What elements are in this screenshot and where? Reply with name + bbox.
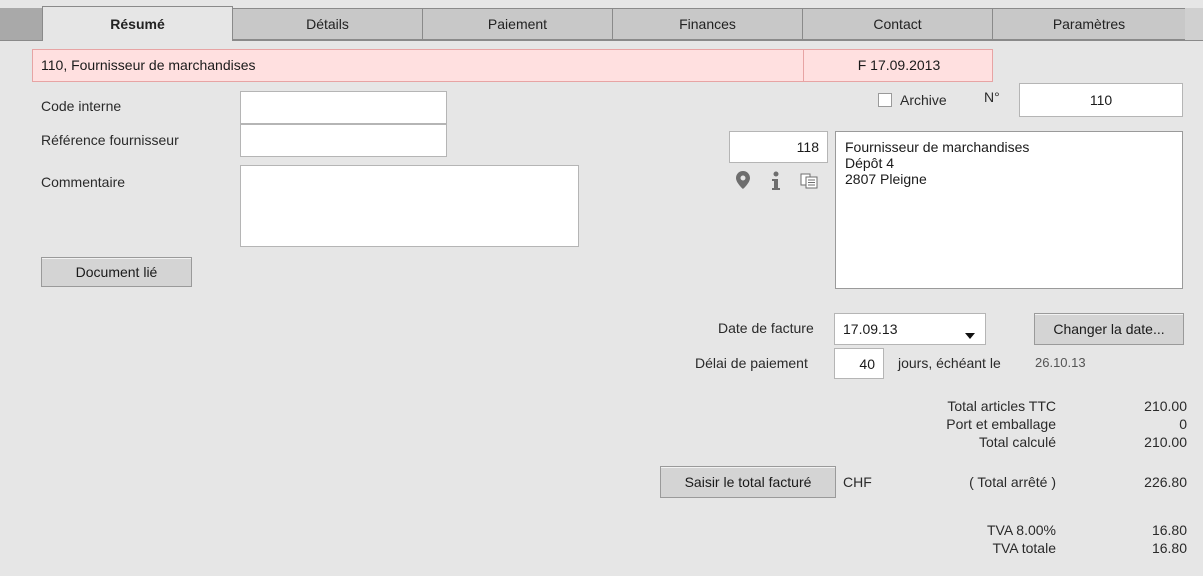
tab-strip-left-cap — [0, 8, 42, 40]
archive-label: Archive — [900, 92, 947, 108]
commentaire-label: Commentaire — [41, 174, 126, 190]
invoice-reference: F 17.09.2013 — [857, 57, 941, 73]
address-line: Dépôt 4 — [845, 155, 895, 171]
port-emballage-value: 0 — [1179, 416, 1187, 432]
tab-strip: Résumé Détails Paiement Finances Contact… — [0, 0, 1203, 41]
supplier-name: 110, Fournisseur de marchandises — [41, 57, 256, 73]
tva-rate-label: TVA 8.00% — [986, 522, 1056, 538]
tab-paiement[interactable]: Paiement — [422, 8, 613, 40]
tab-resume[interactable]: Résumé — [42, 6, 233, 41]
reference-fournisseur-label: Référence fournisseur — [41, 132, 179, 148]
date-facture-select[interactable]: 17.09.13 — [834, 313, 986, 345]
total-articles-value: 210.00 — [1144, 398, 1187, 414]
archive-checkbox[interactable] — [878, 93, 892, 107]
saisir-total-button[interactable]: Saisir le total facturé — [660, 466, 836, 498]
tva-totale-value: 16.80 — [1151, 540, 1187, 556]
numero-input[interactable]: 110 — [1019, 83, 1183, 117]
tab-finances[interactable]: Finances — [612, 8, 803, 40]
tab-contact[interactable]: Contact — [802, 8, 993, 40]
address-line: 2807 Pleigne — [845, 171, 927, 187]
tva-rate-value: 16.80 — [1151, 522, 1187, 538]
date-facture-label: Date de facture — [718, 320, 814, 336]
address-line: Fournisseur de marchandises — [845, 139, 1030, 155]
address-box[interactable]: Fournisseur de marchandises Dépôt 4 2807… — [835, 131, 1183, 289]
tab-strip-right-cap — [1185, 8, 1203, 40]
reference-fournisseur-input[interactable] — [240, 124, 447, 157]
code-interne-input[interactable] — [240, 91, 447, 124]
date-facture-value: 17.09.13 — [843, 321, 898, 337]
port-emballage-label: Port et emballage — [946, 416, 1056, 432]
numero-label: N° — [984, 89, 1000, 105]
document-header-bar: 110, Fournisseur de marchandises F 17.09… — [32, 49, 993, 82]
delai-paiement-label: Délai de paiement — [695, 355, 808, 371]
total-arrete-label: ( Total arrêté ) — [969, 474, 1056, 490]
jours-echeance-label: jours, échéant le — [898, 355, 1001, 371]
total-articles-label: Total articles TTC — [947, 398, 1056, 414]
dropdown-arrow-icon — [965, 326, 975, 342]
address-number-input[interactable]: 118 — [729, 131, 828, 163]
total-calcule-value: 210.00 — [1144, 434, 1187, 450]
copy-icon[interactable] — [800, 173, 818, 192]
code-interne-label: Code interne — [41, 98, 122, 114]
tab-baseline — [233, 40, 1203, 41]
commentaire-textarea[interactable] — [240, 165, 579, 247]
tab-parametres[interactable]: Paramètres — [992, 8, 1186, 40]
document-lie-button[interactable]: Document lié — [41, 257, 192, 287]
tva-totale-label: TVA totale — [992, 540, 1056, 556]
changer-date-button[interactable]: Changer la date... — [1034, 313, 1184, 345]
currency-label: CHF — [843, 474, 872, 490]
delai-paiement-input[interactable]: 40 — [834, 348, 884, 379]
map-pin-icon[interactable] — [736, 171, 750, 192]
echeance-date: 26.10.13 — [1035, 355, 1086, 370]
total-calcule-label: Total calculé — [978, 434, 1056, 450]
total-arrete-value: 226.80 — [1144, 474, 1187, 490]
tab-baseline — [0, 40, 42, 41]
tab-details[interactable]: Détails — [232, 8, 423, 40]
info-icon[interactable] — [771, 171, 781, 194]
